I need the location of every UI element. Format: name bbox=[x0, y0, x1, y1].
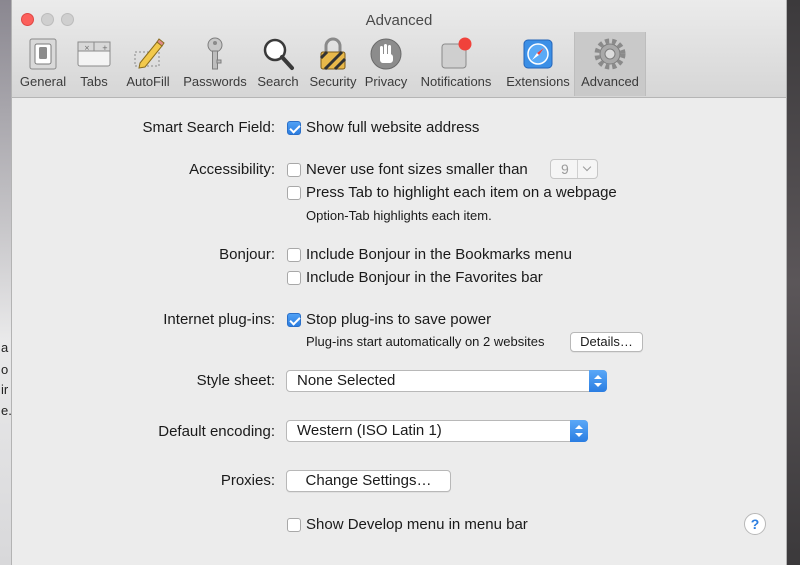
tab-label: Tabs bbox=[80, 74, 108, 89]
background-text-fragment: o bbox=[1, 362, 9, 377]
svg-text:+: + bbox=[102, 44, 108, 52]
tab-passwords[interactable]: Passwords bbox=[180, 32, 250, 96]
min-font-size-text: Never use font sizes smaller than bbox=[306, 161, 528, 178]
option-tab-note: Option-Tab highlights each item. bbox=[306, 208, 492, 223]
tab-label: Passwords bbox=[183, 74, 247, 89]
compass-icon bbox=[523, 39, 553, 69]
min-font-size-checkbox[interactable] bbox=[287, 163, 301, 177]
padlock-icon bbox=[319, 37, 347, 71]
min-font-size-select[interactable]: 9 bbox=[550, 159, 598, 179]
svg-text:×: × bbox=[84, 44, 90, 52]
bonjour-label: Bonjour: bbox=[219, 246, 275, 263]
tab-search[interactable]: Search bbox=[252, 32, 304, 96]
tab-label: Notifications bbox=[420, 74, 492, 89]
develop-menu-text: Show Develop menu in menu bar bbox=[306, 516, 528, 533]
tab-general[interactable]: General bbox=[16, 32, 70, 96]
plugins-note: Plug-ins start automatically on 2 websit… bbox=[306, 334, 545, 349]
gear-icon bbox=[594, 38, 626, 70]
background-text-fragment: a bbox=[1, 340, 9, 355]
tab-advanced[interactable]: Advanced bbox=[574, 32, 646, 96]
tab-highlight-text: Press Tab to highlight each item on a we… bbox=[306, 184, 617, 201]
background-text-fragment: e. bbox=[1, 403, 12, 418]
preferences-window: Advanced General × + Tabs AutoFill Passw… bbox=[12, 0, 786, 565]
develop-menu-checkbox[interactable] bbox=[287, 518, 301, 532]
tab-label: General bbox=[19, 74, 67, 89]
popup-arrows-icon bbox=[570, 420, 588, 442]
window-title: Advanced bbox=[365, 12, 433, 29]
smart-search-label: Smart Search Field: bbox=[142, 119, 275, 136]
min-font-size-value: 9 bbox=[561, 161, 569, 177]
notification-badge-icon bbox=[441, 37, 472, 69]
select-divider bbox=[577, 160, 578, 178]
details-button[interactable]: Details… bbox=[570, 332, 643, 352]
style-sheet-label: Style sheet: bbox=[196, 372, 275, 389]
change-settings-button[interactable]: Change Settings… bbox=[286, 470, 451, 492]
bonjour-favorites-text: Include Bonjour in the Favorites bar bbox=[306, 269, 543, 286]
tab-tabs[interactable]: × + Tabs bbox=[72, 32, 116, 96]
show-full-address-text: Show full website address bbox=[306, 119, 480, 136]
tab-label: Advanced bbox=[581, 74, 639, 89]
tabs-icon: × + bbox=[77, 41, 111, 67]
tab-privacy[interactable]: Privacy bbox=[362, 32, 410, 96]
tab-label: AutoFill bbox=[126, 74, 170, 89]
tab-label: Extensions bbox=[506, 74, 570, 89]
style-sheet-value: None Selected bbox=[297, 372, 396, 389]
style-sheet-select[interactable]: None Selected bbox=[286, 370, 607, 392]
advanced-settings-pane: Smart Search Field: Show full website ad… bbox=[12, 98, 786, 565]
plugins-label: Internet plug-ins: bbox=[163, 311, 275, 328]
magnifier-icon bbox=[263, 38, 294, 70]
tab-security[interactable]: Security bbox=[304, 32, 362, 96]
help-button[interactable]: ? bbox=[744, 513, 766, 535]
encoding-select[interactable]: Western (ISO Latin 1) bbox=[286, 420, 588, 442]
encoding-label: Default encoding: bbox=[158, 423, 275, 440]
show-full-address-checkbox[interactable] bbox=[287, 121, 301, 135]
key-icon bbox=[207, 37, 223, 70]
chevron-down-icon bbox=[582, 162, 592, 172]
tab-label: Search bbox=[257, 74, 299, 89]
tab-autofill[interactable]: AutoFill bbox=[118, 32, 178, 96]
proxies-label: Proxies: bbox=[220, 472, 275, 489]
general-switch-icon bbox=[29, 38, 57, 70]
stop-plugins-checkbox[interactable] bbox=[287, 313, 301, 327]
desktop-background-right bbox=[786, 0, 800, 565]
desktop-background-left: a o ir e. bbox=[0, 0, 12, 565]
bonjour-favorites-checkbox[interactable] bbox=[287, 271, 301, 285]
bonjour-bookmarks-checkbox[interactable] bbox=[287, 248, 301, 262]
popup-arrows-icon bbox=[589, 370, 607, 392]
tab-extensions[interactable]: Extensions bbox=[500, 32, 576, 96]
accessibility-label: Accessibility: bbox=[189, 161, 275, 178]
encoding-value: Western (ISO Latin 1) bbox=[297, 422, 442, 439]
preferences-toolbar: Advanced General × + Tabs AutoFill Passw… bbox=[12, 0, 786, 98]
stop-plugins-text: Stop plug-ins to save power bbox=[306, 311, 492, 328]
hand-icon bbox=[370, 38, 402, 70]
tab-notifications[interactable]: Notifications bbox=[414, 32, 498, 96]
pencil-icon bbox=[134, 38, 165, 69]
background-text-fragment: ir bbox=[1, 382, 9, 397]
tab-highlight-checkbox[interactable] bbox=[287, 186, 301, 200]
tab-label: Security bbox=[309, 74, 357, 89]
tab-label: Privacy bbox=[364, 74, 408, 89]
bonjour-bookmarks-text: Include Bonjour in the Bookmarks menu bbox=[306, 246, 572, 263]
